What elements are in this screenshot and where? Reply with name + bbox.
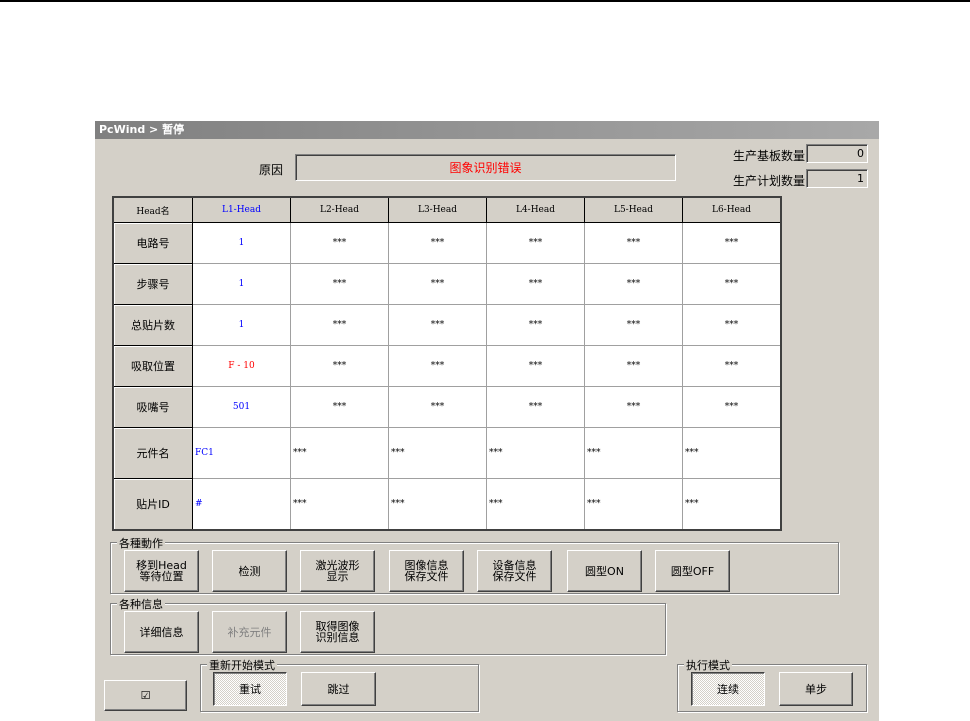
table-row: 电路号 1 *** *** *** *** *** bbox=[112, 222, 782, 264]
info-button-1[interactable]: 补充元件 bbox=[212, 611, 287, 653]
actions-button-5[interactable]: 圆型ON bbox=[567, 550, 642, 592]
header-l4: L4-Head bbox=[486, 196, 585, 223]
retry-button[interactable]: 重试 bbox=[213, 672, 287, 706]
header-l2: L2-Head bbox=[290, 196, 389, 223]
head-info-table: Head名 L1-Head L2-Head L3-Head L4-Head L5… bbox=[112, 196, 782, 531]
table-row: 总贴片数 1 *** *** *** *** *** bbox=[112, 304, 782, 346]
info-button-2[interactable]: 取得图像 识别信息 bbox=[300, 611, 375, 653]
table-cell: FC1 bbox=[192, 427, 291, 479]
plan-count-field: 1 bbox=[806, 169, 868, 188]
info-button-0[interactable]: 详细信息 bbox=[124, 611, 199, 653]
table-cell: *** bbox=[486, 304, 585, 346]
continuous-button[interactable]: 连续 bbox=[691, 672, 765, 706]
table-row: 吸取位置 F - 10 *** *** *** *** *** bbox=[112, 345, 782, 387]
table-cell: *** bbox=[682, 345, 782, 387]
table-row: 吸嘴号 501 *** *** *** *** *** bbox=[112, 386, 782, 428]
header-l5: L5-Head bbox=[584, 196, 683, 223]
table-cell: 1 bbox=[192, 304, 291, 346]
pause-window: PcWind > 暂停 原因 图象识别错误 生产基板数量 0 生产计划数量 1 … bbox=[94, 120, 879, 721]
info-group-label: 各种信息 bbox=[117, 596, 165, 612]
actions-button-1[interactable]: 检测 bbox=[212, 550, 287, 592]
reason-label: 原因 bbox=[259, 163, 284, 177]
table-cell: *** bbox=[388, 345, 487, 387]
table-header-row: Head名 L1-Head L2-Head L3-Head L4-Head L5… bbox=[112, 196, 782, 223]
table-cell: *** bbox=[388, 304, 487, 346]
table-cell: # bbox=[192, 478, 291, 530]
window-title: PcWind > 暂停 bbox=[95, 121, 879, 139]
row-label: 步骤号 bbox=[112, 263, 193, 305]
header-l3: L3-Head bbox=[388, 196, 487, 223]
actions-button-0[interactable]: 移到Head 等待位置 bbox=[124, 550, 199, 592]
table-cell: *** bbox=[584, 386, 683, 428]
table-cell: *** bbox=[682, 478, 782, 530]
table-cell: *** bbox=[486, 478, 585, 530]
exec-mode-label: 执行模式 bbox=[684, 657, 732, 673]
step-button[interactable]: 单步 bbox=[779, 672, 853, 706]
table-cell: 501 bbox=[192, 386, 291, 428]
header-l6: L6-Head bbox=[682, 196, 782, 223]
table-cell: *** bbox=[290, 304, 389, 346]
restart-mode-label: 重新开始模式 bbox=[207, 657, 277, 673]
table-cell: *** bbox=[290, 222, 389, 264]
row-label: 元件名 bbox=[112, 427, 193, 479]
table-cell: 1 bbox=[192, 263, 291, 305]
check-button[interactable]: ☑ bbox=[104, 680, 187, 711]
board-count-field: 0 bbox=[806, 144, 868, 163]
table-cell: *** bbox=[682, 222, 782, 264]
table-cell: *** bbox=[486, 222, 585, 264]
actions-button-2[interactable]: 激光波形 显示 bbox=[300, 550, 375, 592]
table-cell: *** bbox=[486, 427, 585, 479]
board-count-label: 生产基板数量 bbox=[733, 149, 806, 163]
table-cell: *** bbox=[388, 386, 487, 428]
row-label: 电路号 bbox=[112, 222, 193, 264]
row-label: 吸嘴号 bbox=[112, 386, 193, 428]
table-cell: *** bbox=[486, 386, 585, 428]
table-cell: *** bbox=[388, 427, 487, 479]
skip-button[interactable]: 跳过 bbox=[301, 672, 376, 706]
actions-group-label: 各種動作 bbox=[117, 535, 165, 551]
table-cell: *** bbox=[290, 263, 389, 305]
table-row: 步骤号 1 *** *** *** *** *** bbox=[112, 263, 782, 305]
table-cell: *** bbox=[290, 478, 389, 530]
table-cell: 1 bbox=[192, 222, 291, 264]
row-label: 总贴片数 bbox=[112, 304, 193, 346]
table-cell: *** bbox=[584, 345, 683, 387]
table-cell: *** bbox=[486, 263, 585, 305]
actions-button-6[interactable]: 圆型OFF bbox=[655, 550, 730, 592]
table-cell: *** bbox=[290, 345, 389, 387]
table-cell: *** bbox=[290, 427, 389, 479]
table-row: 元件名 FC1 *** *** *** *** *** bbox=[112, 427, 782, 479]
table-cell: *** bbox=[682, 263, 782, 305]
row-label: 贴片ID bbox=[112, 478, 193, 530]
actions-button-3[interactable]: 图像信息 保存文件 bbox=[389, 550, 464, 592]
table-cell: *** bbox=[584, 304, 683, 346]
table-cell: *** bbox=[388, 263, 487, 305]
row-label: 吸取位置 bbox=[112, 345, 193, 387]
plan-count-label: 生产计划数量 bbox=[733, 174, 806, 188]
actions-button-4[interactable]: 设备信息 保存文件 bbox=[477, 550, 552, 592]
table-cell: *** bbox=[584, 478, 683, 530]
table-cell: F - 10 bbox=[192, 345, 291, 387]
table-cell: *** bbox=[682, 386, 782, 428]
table-cell: *** bbox=[486, 345, 585, 387]
header-corner: Head名 bbox=[112, 196, 193, 223]
table-cell: *** bbox=[388, 222, 487, 264]
header-l1: L1-Head bbox=[192, 196, 291, 223]
table-cell: *** bbox=[388, 478, 487, 530]
table-row: 贴片ID # *** *** *** *** *** bbox=[112, 478, 782, 530]
reason-field: 图象识别错误 bbox=[295, 154, 676, 181]
table-cell: *** bbox=[584, 263, 683, 305]
table-cell: *** bbox=[682, 427, 782, 479]
table-cell: *** bbox=[290, 386, 389, 428]
table-cell: *** bbox=[584, 427, 683, 479]
top-border bbox=[0, 0, 970, 2]
table-cell: *** bbox=[682, 304, 782, 346]
table-cell: *** bbox=[584, 222, 683, 264]
